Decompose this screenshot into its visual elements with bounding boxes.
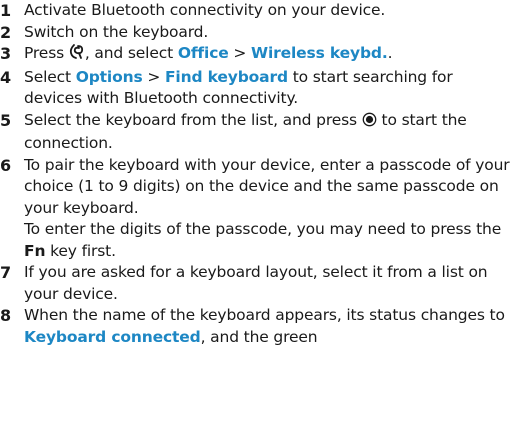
step-text: Activate Bluetooth connectivity on your … xyxy=(24,1,386,19)
step-3: 3 Press , and select Office > Wireless k… xyxy=(0,43,514,67)
ui-label-office: Office xyxy=(177,44,229,62)
step-text: , and the green xyxy=(200,327,318,346)
step-text: Select the keyboard from the list, and p… xyxy=(24,110,357,129)
step-4: 4 Select Options > Find keyboard to star… xyxy=(0,67,514,110)
step-number: 6 xyxy=(0,155,11,175)
sentence-end: . xyxy=(387,44,393,62)
step-number: 2 xyxy=(0,22,11,42)
step-text: When the name of the keyboard appears, i… xyxy=(24,306,505,324)
step-note: To enter the digits of the passcode, you… xyxy=(24,219,514,262)
menu-key-icon xyxy=(69,43,85,67)
ui-label-find-keyboard: Find keyboard xyxy=(164,67,288,86)
step-7: 7 If you are asked for a keyboard layout… xyxy=(0,262,514,305)
step-number: 3 xyxy=(0,44,11,63)
note-text: key first. xyxy=(50,241,116,260)
step-number: 5 xyxy=(0,110,11,130)
step-text: To pair the keyboard with your device, e… xyxy=(24,155,510,217)
note-text: To enter the digits of the passcode, you… xyxy=(24,220,502,238)
ui-label-keyboard-connected: Keyboard connected xyxy=(24,327,201,346)
step-number: 4 xyxy=(0,67,11,87)
instruction-steps: 1 Activate Bluetooth connectivity on you… xyxy=(0,0,514,348)
fn-key-label: Fn xyxy=(24,241,46,260)
step-6: 6 To pair the keyboard with your device,… xyxy=(0,155,514,263)
step-2: 2 Switch on the keyboard. xyxy=(0,22,514,44)
step-number: 1 xyxy=(0,1,11,20)
step-1: 1 Activate Bluetooth connectivity on you… xyxy=(0,0,514,22)
ui-label-wireless-keybd: Wireless keybd. xyxy=(251,44,388,62)
step-number: 8 xyxy=(0,306,11,325)
menu-separator: > xyxy=(233,44,247,62)
step-5: 5 Select the keyboard from the list, and… xyxy=(0,110,514,155)
step-text: Press xyxy=(24,44,65,62)
menu-separator: > xyxy=(147,67,161,86)
step-text: If you are asked for a keyboard layout, … xyxy=(24,263,488,303)
step-text: Select xyxy=(24,67,71,86)
ui-label-options: Options xyxy=(75,67,143,86)
step-number: 7 xyxy=(0,263,11,282)
step-text: Switch on the keyboard. xyxy=(24,22,209,41)
step-text: , and select xyxy=(84,44,174,62)
step-8: 8 When the name of the keyboard appears,… xyxy=(0,305,514,348)
scroll-key-icon xyxy=(362,112,377,134)
